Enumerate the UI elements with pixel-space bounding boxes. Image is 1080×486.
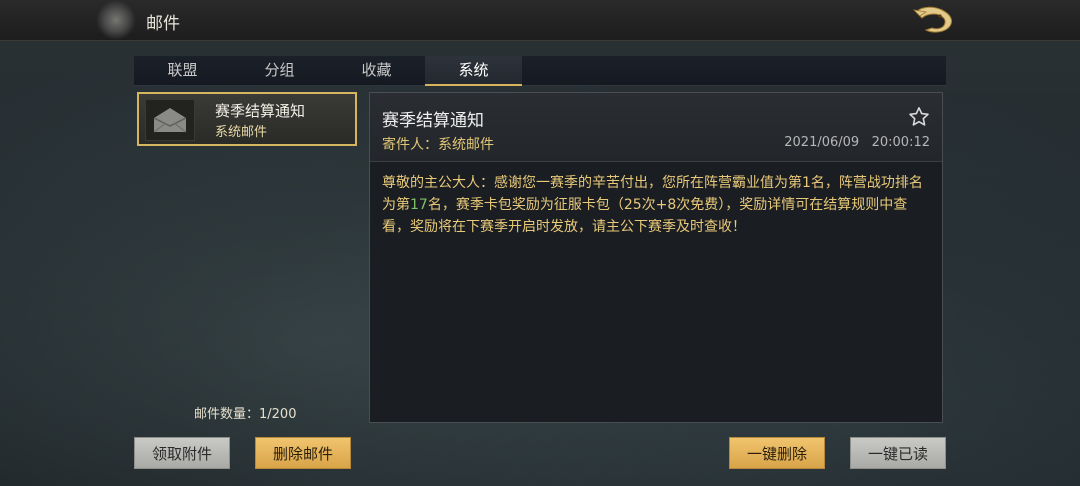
- dragon-logo-icon[interactable]: [912, 4, 958, 36]
- open-envelope-icon: [145, 99, 195, 141]
- delete-mail-button[interactable]: 删除邮件: [255, 437, 351, 469]
- mail-body-rank: 17: [410, 197, 428, 213]
- mail-item-sender: 系统邮件: [215, 125, 268, 140]
- mail-list-item[interactable]: 赛季结算通知 系统邮件: [137, 92, 357, 146]
- top-bar: 邮件: [0, 0, 1080, 41]
- page-title: 邮件: [146, 14, 180, 34]
- claim-attachments-button[interactable]: 领取附件: [134, 437, 230, 469]
- mail-sender: 寄件人：系统邮件: [382, 137, 494, 153]
- tab-favorites[interactable]: 收藏: [328, 56, 425, 85]
- mail-detail-panel: 赛季结算通知 寄件人：系统邮件 2021/06/09 20:00:12 尊敬的主…: [369, 92, 943, 423]
- mail-tabs: 联盟 分组 收藏 系统: [134, 56, 946, 86]
- mail-body: 尊敬的主公大人：感谢您一赛季的辛苦付出，您所在阵营霸业值为第1名，阵营战功排名为…: [382, 172, 934, 238]
- mail-detail-title: 赛季结算通知: [382, 111, 484, 131]
- mail-count: 邮件数量：1/200: [194, 407, 297, 422]
- mail-time: 20:00:12: [871, 135, 930, 150]
- mail-detail-header: 赛季结算通知 寄件人：系统邮件 2021/06/09 20:00:12: [370, 93, 942, 162]
- mark-all-read-button[interactable]: 一键已读: [850, 437, 946, 469]
- mail-item-title: 赛季结算通知: [215, 102, 306, 120]
- tab-system[interactable]: 系统: [425, 56, 522, 86]
- tab-group[interactable]: 分组: [231, 56, 328, 85]
- mail-date: 2021/06/09: [784, 135, 860, 150]
- tab-alliance[interactable]: 联盟: [134, 56, 231, 85]
- mail-body-text-continued: 名，赛季卡包奖励为征服卡包（25次+8次免费），奖励详情可在结算规则中查看，奖励…: [382, 197, 908, 235]
- header-emblem-icon: [96, 0, 136, 40]
- star-outline-icon[interactable]: [908, 106, 930, 128]
- mail-datetime: 2021/06/09 20:00:12: [784, 135, 930, 150]
- delete-all-button[interactable]: 一键删除: [729, 437, 825, 469]
